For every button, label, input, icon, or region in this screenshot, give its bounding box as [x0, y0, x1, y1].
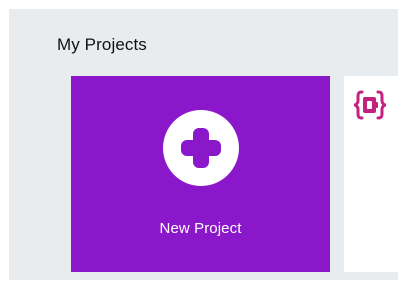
- plus-icon: [163, 110, 239, 186]
- project-card[interactable]: [344, 76, 398, 272]
- makecode-logo-icon: [354, 90, 386, 120]
- new-project-button[interactable]: New Project: [71, 76, 330, 272]
- new-project-label: New Project: [159, 220, 242, 237]
- section-title: My Projects: [57, 35, 147, 54]
